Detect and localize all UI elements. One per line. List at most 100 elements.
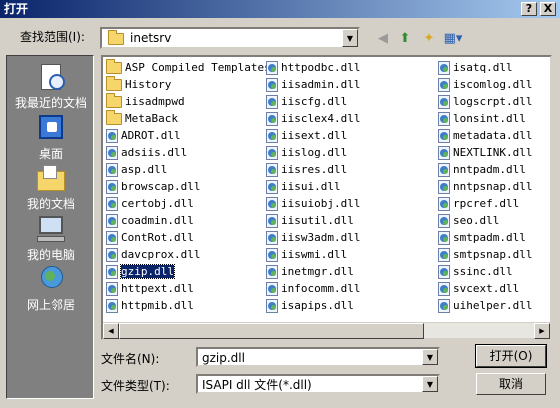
list-item[interactable]: metadata.dll bbox=[437, 127, 532, 144]
list-item[interactable]: ADROT.dll bbox=[105, 127, 271, 144]
cancel-button[interactable]: 取消 bbox=[476, 373, 546, 395]
list-item[interactable]: ASP Compiled Templates bbox=[105, 59, 271, 76]
list-item[interactable]: nntpadm.dll bbox=[437, 161, 532, 178]
filetype-value: ISAPI dll 文件(*.dll) bbox=[202, 378, 312, 392]
dll-file-icon bbox=[438, 78, 450, 92]
dll-file-icon bbox=[106, 282, 118, 296]
list-item[interactable]: rpcref.dll bbox=[437, 195, 532, 212]
file-name: logscrpt.dll bbox=[453, 95, 533, 108]
list-item[interactable]: iisutil.dll bbox=[265, 212, 360, 229]
chevron-down-icon[interactable]: ▼ bbox=[342, 29, 358, 47]
scroll-right-icon[interactable]: ▶ bbox=[534, 323, 550, 339]
list-item[interactable]: iiswmi.dll bbox=[265, 246, 360, 263]
views-menu-icon[interactable]: ▦▾ bbox=[444, 29, 463, 47]
list-item[interactable]: inetmgr.dll bbox=[265, 263, 360, 280]
list-item[interactable]: iisres.dll bbox=[265, 161, 360, 178]
list-item[interactable]: iisuiobj.dll bbox=[265, 195, 360, 212]
file-name: isapips.dll bbox=[281, 299, 354, 312]
chevron-down-icon[interactable]: ▼ bbox=[422, 376, 438, 392]
list-item[interactable]: uihelper.dll bbox=[437, 297, 532, 314]
place-network[interactable]: 网上邻居 bbox=[7, 264, 95, 313]
folder-icon bbox=[106, 110, 122, 125]
place-mydocs[interactable]: 我的文档 bbox=[7, 163, 95, 212]
list-item[interactable]: nntpsnap.dll bbox=[437, 178, 532, 195]
list-item[interactable]: iisext.dll bbox=[265, 127, 360, 144]
scroll-thumb[interactable] bbox=[119, 323, 424, 339]
place-label-recent: 我最近的文档 bbox=[14, 96, 87, 110]
list-item[interactable]: lonsint.dll bbox=[437, 110, 532, 127]
file-name: adsiis.dll bbox=[121, 146, 188, 159]
desktop-icon bbox=[35, 113, 67, 143]
list-item[interactable]: asp.dll bbox=[105, 161, 271, 178]
list-item[interactable]: iislog.dll bbox=[265, 144, 360, 161]
list-item[interactable]: ssinc.dll bbox=[437, 263, 532, 280]
place-recent[interactable]: 我最近的文档 bbox=[7, 62, 95, 111]
filename-value: gzip.dll bbox=[202, 351, 245, 365]
file-name: uihelper.dll bbox=[453, 299, 533, 312]
filename-label: 文件名(N): bbox=[101, 352, 160, 366]
list-item[interactable]: iscomlog.dll bbox=[437, 76, 532, 93]
place-label-mydocs: 我的文档 bbox=[26, 197, 75, 211]
list-item[interactable]: infocomm.dll bbox=[265, 280, 360, 297]
back-icon[interactable]: ◀ bbox=[374, 29, 392, 47]
list-item[interactable]: svcext.dll bbox=[437, 280, 532, 297]
place-desktop[interactable]: 桌面 bbox=[7, 113, 95, 162]
dll-file-icon bbox=[438, 112, 450, 126]
file-name: ssinc.dll bbox=[453, 265, 513, 278]
list-item[interactable]: iisadmpwd bbox=[105, 93, 271, 110]
file-name: iisclex4.dll bbox=[281, 112, 361, 125]
dll-file-icon bbox=[438, 231, 450, 245]
list-item[interactable]: davcprox.dll bbox=[105, 246, 271, 263]
list-item[interactable]: smtpadm.dll bbox=[437, 229, 532, 246]
list-item[interactable]: httpmib.dll bbox=[105, 297, 271, 314]
chevron-down-icon[interactable]: ▼ bbox=[422, 349, 438, 365]
list-item[interactable]: browscap.dll bbox=[105, 178, 271, 195]
help-button[interactable]: ? bbox=[521, 2, 537, 16]
list-item[interactable]: adsiis.dll bbox=[105, 144, 271, 161]
list-item[interactable]: seo.dll bbox=[437, 212, 532, 229]
dll-file-icon bbox=[266, 248, 278, 262]
list-item[interactable]: iisadmin.dll bbox=[265, 76, 360, 93]
dll-file-icon bbox=[106, 197, 118, 211]
file-list[interactable]: ASP Compiled Templates History iisadmpwd Me… bbox=[101, 55, 552, 340]
list-item[interactable]: gzip.dll bbox=[105, 263, 271, 280]
list-item[interactable]: NEXTLINK.dll bbox=[437, 144, 532, 161]
close-button[interactable]: X bbox=[540, 2, 556, 16]
open-button[interactable]: 打开(O) bbox=[475, 344, 547, 368]
dll-file-icon bbox=[106, 214, 118, 228]
dll-file-icon bbox=[106, 248, 118, 262]
file-name: httpodbc.dll bbox=[281, 61, 361, 74]
list-item[interactable]: certobj.dll bbox=[105, 195, 271, 212]
list-item[interactable]: coadmin.dll bbox=[105, 212, 271, 229]
list-item[interactable]: isapips.dll bbox=[265, 297, 360, 314]
file-column-1: ASP Compiled Templates History iisadmpwd Me… bbox=[105, 59, 271, 314]
list-item[interactable]: iisw3adm.dll bbox=[265, 229, 360, 246]
filename-input[interactable]: gzip.dll ▼ bbox=[196, 347, 440, 367]
list-item[interactable]: logscrpt.dll bbox=[437, 93, 532, 110]
list-item[interactable]: httpodbc.dll bbox=[265, 59, 360, 76]
list-item[interactable]: ContRot.dll bbox=[105, 229, 271, 246]
network-icon bbox=[35, 264, 67, 294]
list-item[interactable]: MetaBack bbox=[105, 110, 271, 127]
place-mycomputer[interactable]: 我的电脑 bbox=[7, 214, 95, 263]
new-folder-icon[interactable]: ✦ bbox=[420, 29, 438, 47]
list-item[interactable]: History bbox=[105, 76, 271, 93]
scroll-left-icon[interactable]: ◀ bbox=[103, 323, 119, 339]
list-item[interactable]: httpext.dll bbox=[105, 280, 271, 297]
filetype-select[interactable]: ISAPI dll 文件(*.dll) ▼ bbox=[196, 374, 440, 394]
list-item[interactable]: isatq.dll bbox=[437, 59, 532, 76]
list-item[interactable]: iiscfg.dll bbox=[265, 93, 360, 110]
file-name: iisw3adm.dll bbox=[281, 231, 361, 244]
dll-file-icon bbox=[106, 299, 118, 313]
list-item[interactable]: iisui.dll bbox=[265, 178, 360, 195]
up-folder-icon[interactable]: ⬆ bbox=[396, 29, 414, 47]
dll-file-icon bbox=[266, 163, 278, 177]
lookin-combo[interactable]: inetsrv ▼ bbox=[100, 27, 360, 49]
file-name: iisext.dll bbox=[281, 129, 348, 142]
file-name: certobj.dll bbox=[121, 197, 194, 210]
file-name: MetaBack bbox=[125, 112, 178, 125]
horizontal-scrollbar[interactable]: ◀ ▶ bbox=[103, 322, 550, 339]
list-item[interactable]: smtpsnap.dll bbox=[437, 246, 532, 263]
list-item[interactable]: iisclex4.dll bbox=[265, 110, 360, 127]
dll-file-icon bbox=[106, 163, 118, 177]
